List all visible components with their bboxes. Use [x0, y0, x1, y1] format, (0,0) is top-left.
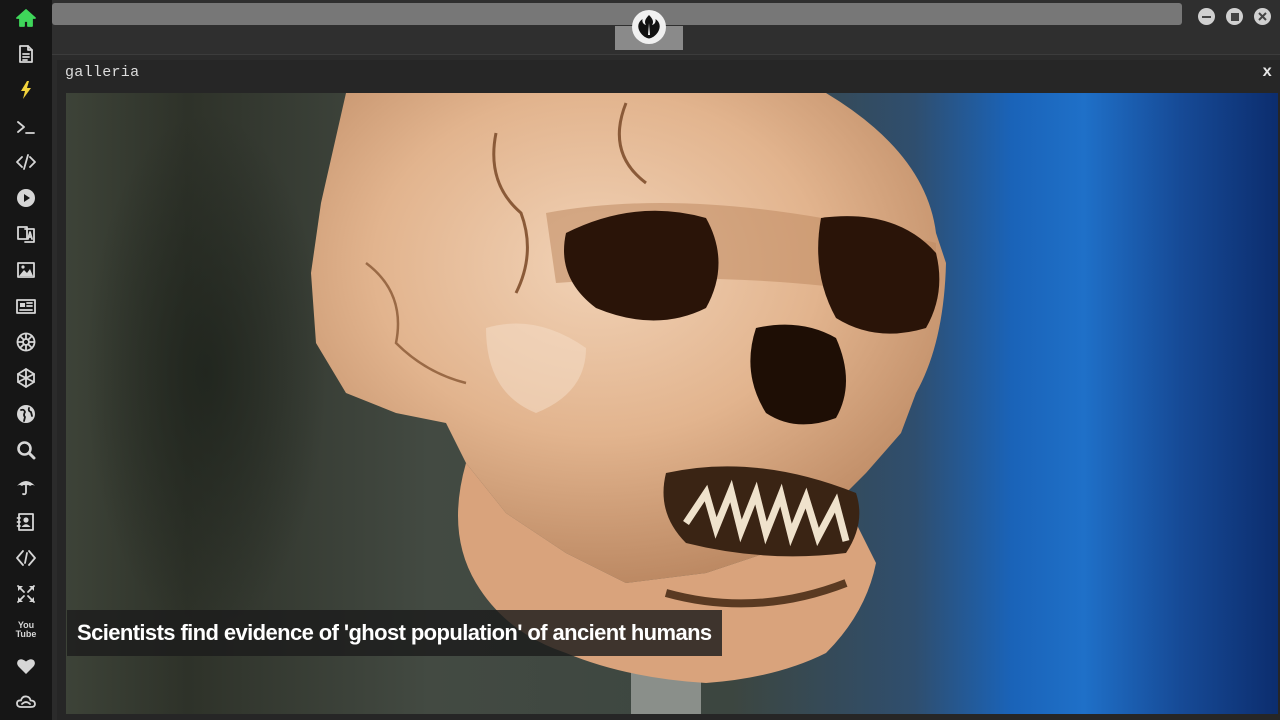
home-icon[interactable] — [14, 6, 38, 30]
panel-title: galleria — [65, 64, 140, 81]
panel-close-button[interactable]: x — [1262, 63, 1272, 81]
image-icon[interactable] — [14, 258, 38, 282]
bolt-icon[interactable] — [14, 78, 38, 102]
minimize-icon[interactable] — [1198, 8, 1215, 25]
rebel-alliance-icon[interactable] — [632, 10, 666, 44]
polygon-icon[interactable] — [14, 366, 38, 390]
search-icon[interactable] — [14, 438, 38, 462]
news-icon[interactable] — [14, 294, 38, 318]
maximize-icon[interactable] — [1226, 8, 1243, 25]
play-icon[interactable] — [14, 186, 38, 210]
gallery-panel: galleria x Scientists find evidence of '… — [57, 60, 1280, 720]
diamond-code-icon[interactable] — [14, 546, 38, 570]
translate-icon[interactable] — [14, 222, 38, 246]
address-input[interactable] — [52, 3, 1182, 25]
image-caption: Scientists find evidence of 'ghost popul… — [67, 610, 722, 656]
umbrella-icon[interactable] — [14, 474, 38, 498]
youtube-label-bottom: Tube — [15, 629, 37, 639]
terminal-icon[interactable] — [14, 115, 38, 139]
contacts-icon[interactable] — [14, 510, 38, 534]
globe-icon[interactable] — [14, 402, 38, 426]
heart-icon[interactable] — [14, 654, 38, 678]
code-icon[interactable] — [14, 150, 38, 174]
sidebar: You Tube — [0, 0, 52, 720]
top-bar — [52, 0, 1280, 55]
youtube-icon[interactable]: You Tube — [14, 618, 38, 642]
empire-icon[interactable] — [14, 330, 38, 354]
close-icon[interactable] — [1254, 8, 1271, 25]
cloud-icon[interactable] — [14, 690, 38, 714]
expand-icon[interactable] — [14, 582, 38, 606]
document-icon[interactable] — [14, 42, 38, 66]
